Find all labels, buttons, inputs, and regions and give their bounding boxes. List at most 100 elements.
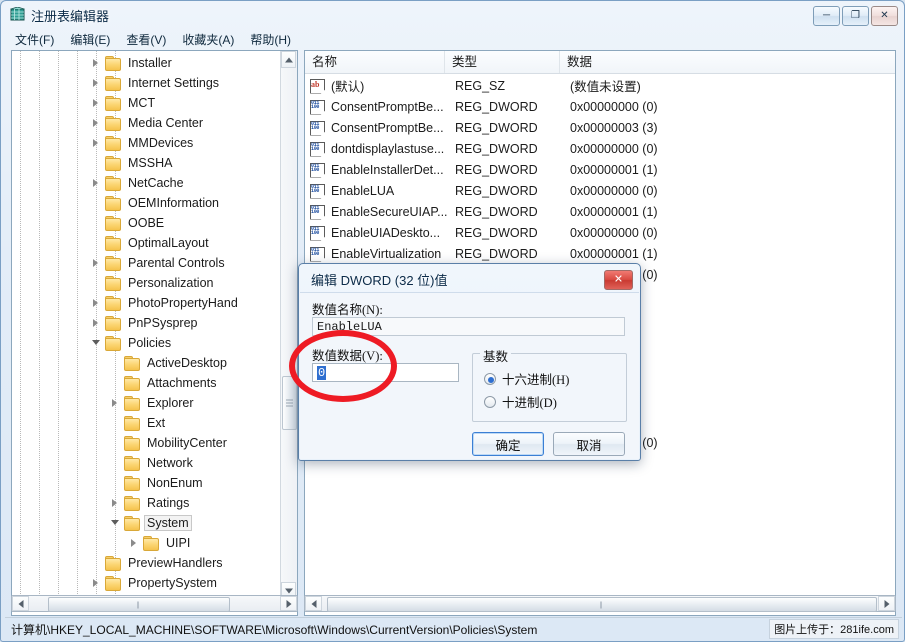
list-hscroll-thumb[interactable] [327,597,877,612]
tree-node-propertysystem[interactable]: PropertySystem [12,573,284,593]
list-scroll-right-button[interactable] [878,596,895,611]
tree-node-internet-settings[interactable]: Internet Settings [12,73,284,93]
menu-item-0[interactable]: 文件(F) [7,29,62,50]
tree-node-oobe[interactable]: OOBE [12,213,284,233]
column-header-data[interactable]: 数据 [560,51,895,73]
tree-node-nonenum[interactable]: NonEnum [12,473,284,493]
tree-node-system[interactable]: System [12,513,284,533]
value-row[interactable]: 011100ConsentPromptBe...REG_DWORD0x00000… [305,96,895,117]
tree-horizontal-scrollbar[interactable] [11,595,298,612]
expand-arrow-icon[interactable] [90,573,104,593]
tree-hscroll-thumb[interactable] [48,597,230,612]
value-row[interactable]: 011100EnableUIADeskto...REG_DWORD0x00000… [305,222,895,243]
tree-node-activedesktop[interactable]: ActiveDesktop [12,353,284,373]
menu-item-3[interactable]: 收藏夹(A) [174,29,242,50]
collapse-arrow-icon[interactable] [90,333,104,353]
tree-scroll-thumb[interactable] [282,376,297,430]
triangle-icon [112,499,117,507]
tree-node-mobilitycenter[interactable]: MobilityCenter [12,433,284,453]
value-row[interactable]: ab(默认)REG_SZ(数值未设置) [305,75,895,96]
tree-node-explorer[interactable]: Explorer [12,393,284,413]
tree-node-installer[interactable]: Installer [12,53,284,73]
expand-arrow-icon[interactable] [90,73,104,93]
tree-node-mmdevices[interactable]: MMDevices [12,133,284,153]
expand-arrow-icon[interactable] [90,53,104,73]
list-horizontal-scrollbar[interactable] [304,595,896,612]
tree-node-netcache[interactable]: NetCache [12,173,284,193]
value-data-cell: 0x00000001 (1) [570,163,658,177]
tree-node-media-center[interactable]: Media Center [12,113,284,133]
value-row[interactable]: 011100ConsentPromptBe...REG_DWORD0x00000… [305,117,895,138]
chevron-left-icon [311,600,316,608]
tree-node-personalization[interactable]: Personalization [12,273,284,293]
menu-item-1[interactable]: 编辑(E) [62,29,118,50]
registry-tree[interactable]: InstallerInternet SettingsMCTMedia Cente… [12,51,284,602]
tree-node-label: OEMInformation [125,196,222,210]
expand-arrow-icon[interactable] [90,133,104,153]
tree-node-optimallayout[interactable]: OptimalLayout [12,233,284,253]
tree-node-policies[interactable]: Policies [12,333,284,353]
expand-arrow-icon[interactable] [109,493,123,513]
tree-node-attachments[interactable]: Attachments [12,373,284,393]
expand-arrow-icon[interactable] [90,293,104,313]
tree-node-mct[interactable]: MCT [12,93,284,113]
chevron-right-icon [286,600,291,608]
expand-arrow-icon[interactable] [90,173,104,193]
tree-vertical-scrollbar[interactable] [280,51,297,599]
expand-arrow-icon[interactable] [90,313,104,333]
list-scroll-left-button[interactable] [305,596,322,611]
menu-item-2[interactable]: 查看(V) [118,29,174,50]
value-type-cell: REG_DWORD [455,121,560,135]
value-data-cell: 0x00000000 (0) [570,226,658,240]
tree-node-ratings[interactable]: Ratings [12,493,284,513]
ok-button[interactable]: 确定 [472,432,544,456]
radio-hexadecimal[interactable]: 十六进制(H) [484,369,569,388]
maximize-button[interactable]: ❐ [842,6,869,26]
value-name-field[interactable]: EnableLUA [312,317,625,336]
close-icon: ✕ [880,11,888,21]
value-data-cell: 0x00000000 (0) [570,142,658,156]
value-row[interactable]: 011100EnableLUAREG_DWORD0x00000000 (0) [305,180,895,201]
folder-icon [104,316,121,330]
expand-arrow-icon[interactable] [109,393,123,413]
tree-node-previewhandlers[interactable]: PreviewHandlers [12,553,284,573]
folder-icon [104,336,121,350]
tree-node-uipi[interactable]: UIPI [12,533,284,553]
collapse-arrow-icon[interactable] [109,513,123,533]
folder-icon [104,56,121,70]
tree-node-photopropertyhand[interactable]: PhotoPropertyHand [12,293,284,313]
column-header-type[interactable]: 类型 [445,51,560,73]
tree-node-parental-controls[interactable]: Parental Controls [12,253,284,273]
radio-decimal[interactable]: 十进制(D) [484,392,557,411]
value-name-cell: ConsentPromptBe... [331,100,451,114]
tree-node-network[interactable]: Network [12,453,284,473]
minimize-button[interactable]: ─ [813,6,840,26]
cancel-button[interactable]: 取消 [553,432,625,456]
value-row[interactable]: 011100EnableInstallerDet...REG_DWORD0x00… [305,159,895,180]
expand-arrow-icon[interactable] [128,533,142,553]
tree-node-ext[interactable]: Ext [12,413,284,433]
registry-tree-pane[interactable]: InstallerInternet SettingsMCTMedia Cente… [11,50,298,616]
value-name-cell: EnableSecureUIAP... [331,205,451,219]
grip-icon [286,400,293,407]
dialog-close-button[interactable]: ✕ [604,270,633,290]
column-header-name[interactable]: 名称 [305,51,445,73]
tree-node-pnpsysprep[interactable]: PnPSysprep [12,313,284,333]
tree-scroll-up-button[interactable] [281,51,296,68]
value-type-cell: REG_DWORD [455,226,560,240]
dword-value-icon: 011100 [310,142,325,156]
tree-node-mssha[interactable]: MSSHA [12,153,284,173]
expand-arrow-icon[interactable] [90,253,104,273]
value-data-input[interactable]: 0 [312,363,459,382]
tree-scroll-left-button[interactable] [12,596,29,611]
status-bar: 计算机\HKEY_LOCAL_MACHINE\SOFTWARE\Microsof… [5,617,902,638]
expand-arrow-icon[interactable] [90,93,104,113]
close-button[interactable]: ✕ [871,6,898,26]
expand-arrow-icon[interactable] [90,113,104,133]
tree-scroll-right-button[interactable] [280,596,297,611]
value-row[interactable]: 011100EnableVirtualizationREG_DWORD0x000… [305,243,895,264]
value-row[interactable]: 011100dontdisplaylastuse...REG_DWORD0x00… [305,138,895,159]
value-row[interactable]: 011100EnableSecureUIAP...REG_DWORD0x0000… [305,201,895,222]
tree-node-oeminformation[interactable]: OEMInformation [12,193,284,213]
menu-item-4[interactable]: 帮助(H) [242,29,299,50]
